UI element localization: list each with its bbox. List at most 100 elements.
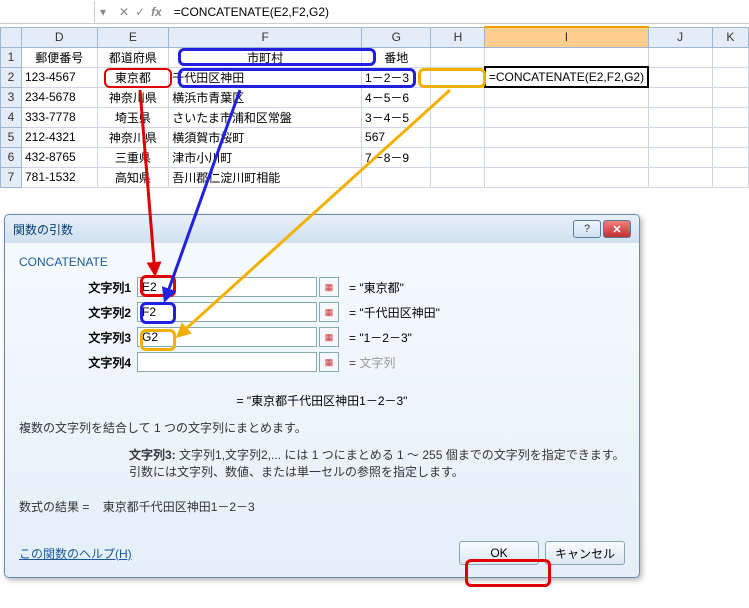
ok-button[interactable]: OK: [459, 541, 539, 565]
worksheet-grid[interactable]: D E F G H I J K 1 郵便番号 都道府県 市町村 番地 2 123…: [0, 26, 749, 188]
row-header-3[interactable]: 3: [1, 87, 22, 107]
cell-K6[interactable]: [712, 147, 748, 167]
help-link[interactable]: この関数のヘルプ(H): [19, 545, 453, 562]
cell-E1[interactable]: 都道府県: [97, 47, 169, 67]
fx-icon[interactable]: fx: [151, 5, 162, 19]
name-box-dropdown[interactable]: ▾: [95, 5, 111, 19]
cell-H3[interactable]: [431, 87, 485, 107]
row-header-5[interactable]: 5: [1, 127, 22, 147]
cell-K3[interactable]: [712, 87, 748, 107]
cell-F1[interactable]: 市町村: [169, 47, 362, 67]
dialog-titlebar[interactable]: 関数の引数 ? ✕: [5, 215, 639, 243]
cell-E6[interactable]: 三重県: [97, 147, 169, 167]
cell-H2[interactable]: [431, 67, 485, 87]
cell-H5[interactable]: [431, 127, 485, 147]
cell-I4[interactable]: [485, 107, 648, 127]
cell-J3[interactable]: [648, 87, 712, 107]
cell-H4[interactable]: [431, 107, 485, 127]
arg4-placeholder: 文字列: [359, 356, 395, 370]
cell-K1[interactable]: [712, 47, 748, 67]
collapse-dialog-icon[interactable]: ▦: [319, 327, 339, 347]
arg3-input[interactable]: G2: [137, 327, 317, 347]
cell-E5[interactable]: 神奈川県: [97, 127, 169, 147]
arg4-input[interactable]: [137, 352, 317, 372]
close-icon[interactable]: ✕: [603, 220, 631, 238]
cell-H7[interactable]: [431, 167, 485, 187]
formula-bar-text: =CONCATENATE(E2,F2,G2): [174, 5, 329, 19]
cell-F3[interactable]: 横浜市青葉区: [169, 87, 362, 107]
enter-icon[interactable]: ✓: [135, 5, 145, 19]
cancel-icon[interactable]: ✕: [119, 5, 129, 19]
select-all-corner[interactable]: [1, 27, 22, 47]
cell-K4[interactable]: [712, 107, 748, 127]
cell-E4[interactable]: 埼玉県: [97, 107, 169, 127]
cell-I3[interactable]: [485, 87, 648, 107]
cell-J4[interactable]: [648, 107, 712, 127]
cell-D5[interactable]: 212-4321: [21, 127, 97, 147]
cell-J7[interactable]: [648, 167, 712, 187]
col-header-I[interactable]: I: [485, 27, 648, 47]
cell-E7[interactable]: 高知県: [97, 167, 169, 187]
cell-F2[interactable]: 千代田区神田: [169, 67, 362, 87]
cell-I5[interactable]: [485, 127, 648, 147]
cell-E3[interactable]: 神奈川県: [97, 87, 169, 107]
col-header-K[interactable]: K: [712, 27, 748, 47]
row-header-1[interactable]: 1: [1, 47, 22, 67]
cell-D7[interactable]: 781-1532: [21, 167, 97, 187]
cell-F7[interactable]: 吾川郡仁淀川町相能: [169, 167, 362, 187]
cell-K5[interactable]: [712, 127, 748, 147]
cell-K7[interactable]: [712, 167, 748, 187]
cell-K2[interactable]: [712, 67, 748, 87]
cell-J6[interactable]: [648, 147, 712, 167]
formula-result-value: 東京都千代田区神田1－2－3: [103, 500, 255, 514]
cell-F5[interactable]: 横須賀市桜町: [169, 127, 362, 147]
cell-G4[interactable]: 3－4－5: [362, 107, 431, 127]
cell-G6[interactable]: 7－8－9: [362, 147, 431, 167]
cell-J5[interactable]: [648, 127, 712, 147]
cell-G3[interactable]: 4－5－6: [362, 87, 431, 107]
cell-D2[interactable]: 123-4567: [21, 67, 97, 87]
cell-G1[interactable]: 番地: [362, 47, 431, 67]
cell-H6[interactable]: [431, 147, 485, 167]
cell-I6[interactable]: [485, 147, 648, 167]
col-header-J[interactable]: J: [648, 27, 712, 47]
cancel-button[interactable]: キャンセル: [545, 541, 625, 565]
cell-D4[interactable]: 333-7778: [21, 107, 97, 127]
collapse-dialog-icon[interactable]: ▦: [319, 302, 339, 322]
formula-bar-input[interactable]: =CONCATENATE(E2,F2,G2): [170, 1, 749, 23]
cell-E2[interactable]: 東京都: [97, 67, 169, 87]
cell-G7[interactable]: [362, 167, 431, 187]
col-header-D[interactable]: D: [21, 27, 97, 47]
col-header-H[interactable]: H: [431, 27, 485, 47]
row-header-2[interactable]: 2: [1, 67, 22, 87]
col-header-G[interactable]: G: [362, 27, 431, 47]
help-icon[interactable]: ?: [573, 220, 601, 238]
cell-I1[interactable]: [485, 47, 648, 67]
cell-D1[interactable]: 郵便番号: [21, 47, 97, 67]
cell-H1[interactable]: [431, 47, 485, 67]
row-header-6[interactable]: 6: [1, 147, 22, 167]
cell-J1[interactable]: [648, 47, 712, 67]
cell-I7[interactable]: [485, 167, 648, 187]
overall-result: = "東京都千代田区神田1－2－3": [19, 392, 625, 409]
arg2-input[interactable]: F2: [137, 302, 317, 322]
collapse-dialog-icon[interactable]: ▦: [319, 277, 339, 297]
arg1-input[interactable]: E2: [137, 277, 317, 297]
row-header-7[interactable]: 7: [1, 167, 22, 187]
cell-D3[interactable]: 234-5678: [21, 87, 97, 107]
cell-I2[interactable]: =CONCATENATE(E2,F2,G2): [485, 67, 648, 87]
function-name: CONCATENATE: [19, 255, 625, 269]
arg4-result-eq: =: [349, 356, 359, 370]
cell-D6[interactable]: 432-8765: [21, 147, 97, 167]
row-header-4[interactable]: 4: [1, 107, 22, 127]
cell-F4[interactable]: さいたま市浦和区常盤: [169, 107, 362, 127]
cell-G5[interactable]: 567: [362, 127, 431, 147]
arg1-result: = "東京都": [349, 281, 404, 295]
collapse-dialog-icon[interactable]: ▦: [319, 352, 339, 372]
name-box[interactable]: [0, 1, 95, 23]
col-header-E[interactable]: E: [97, 27, 169, 47]
cell-J2[interactable]: [648, 67, 712, 87]
cell-F6[interactable]: 津市小川町: [169, 147, 362, 167]
cell-G2[interactable]: 1－2－3: [362, 67, 431, 87]
col-header-F[interactable]: F: [169, 27, 362, 47]
